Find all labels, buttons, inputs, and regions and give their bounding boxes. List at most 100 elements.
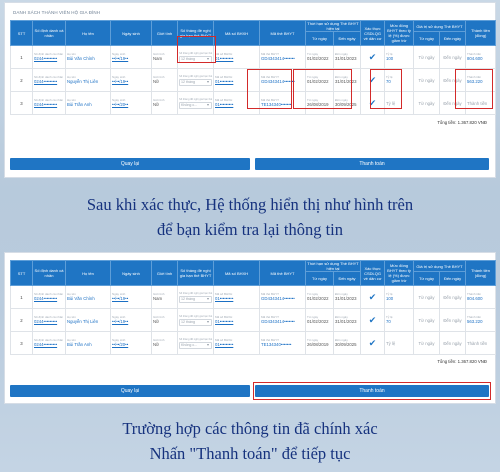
header-amount: Thành tiền (đồng) (465, 260, 497, 286)
months-select[interactable]: Không c... (179, 341, 212, 349)
cell-verified: ✔ (360, 308, 386, 332)
table-row: 1 Số định danh cá nhân 0244••••••••• Họ t… (10, 285, 497, 309)
cell-verified: ✔ (360, 45, 386, 69)
cell-gender: Giới tính Nữ (151, 308, 178, 332)
highlight-pay-button (253, 382, 491, 400)
table-row: 1 Số định danh cá nhân 0244••••••••• Họ t… (10, 45, 497, 69)
cell-to: Đến ngày 30/09/2025 (332, 331, 362, 355)
header-from: Từ ngày (305, 31, 334, 46)
cell-new-to: Đến ngày (439, 308, 467, 332)
cell-gender: Giới tính Nữ (151, 91, 178, 115)
table-header: STT Số định danh cá nhân Họ tên Ngày sin… (10, 20, 497, 46)
cell-months: Số tháng đề nghị gia hạn thẻ BHYTKhông c… (177, 91, 214, 115)
header-level: Mức đóng BHYT theo tỷ lệ (%) được giảm t… (384, 260, 415, 286)
cell-verified: ✔ (360, 285, 386, 309)
back-button[interactable]: Quay lại (10, 158, 250, 170)
header-amount: Thành tiền (đồng) (465, 20, 497, 46)
caption-line: Sau khi xác thực, Hệ thống hiển thị như … (86, 195, 414, 214)
total-amount: Tổng tiền: 1.367.820 VNĐ (437, 120, 487, 125)
highlight-amount-cells (455, 69, 493, 109)
pay-button[interactable]: Thanh toán (255, 158, 489, 170)
cell-dob: Ngày sinh ••/••/20•• (110, 331, 152, 355)
cell-gender: Giới tính Nam (151, 285, 178, 309)
header-new-to: Đến ngày (439, 31, 467, 46)
months-select[interactable]: 12 tháng (179, 295, 212, 303)
total-amount: Tổng tiền: 1.367.820 VNĐ (437, 359, 487, 364)
header-gender: Giới tính (151, 20, 178, 46)
cell-new-to: Đến ngày (439, 331, 467, 355)
header-card: Mã thẻ BHYT (259, 20, 306, 46)
header-to: Đến ngày (332, 31, 362, 46)
header-to: Đến ngày (332, 271, 362, 286)
header-card: Mã thẻ BHYT (259, 260, 306, 286)
check-icon: ✔ (368, 51, 377, 62)
cell-person-id: Số định danh cá nhân 0244••••••••• (32, 331, 66, 355)
cell-amount: Thành tiền 804.600 (465, 45, 497, 69)
back-button[interactable]: Quay lại (10, 385, 250, 397)
cell-name: Họ tên Bùi Trần Anh (65, 91, 111, 115)
cell-name: Họ tên Bùi Văn Chính (65, 45, 111, 69)
table-row: 3 Số định danh cá nhân 0244••••••••• Họ t… (10, 331, 497, 355)
cell-months: Số tháng đề nghị gia hạn thẻ BHYT12 thán… (177, 68, 214, 92)
header-validity: Thời hạn sử dụng Thẻ BHYT hiện tại (304, 260, 362, 272)
header-new-to: Đến ngày (439, 271, 467, 286)
cell-amount: Thành tiền 563.220 (465, 308, 497, 332)
cell-amount: Thành tiền 804.600 (465, 285, 497, 309)
header-new-from: Từ ngày (413, 271, 441, 286)
months-select[interactable]: Không c... (179, 101, 212, 109)
header-new-validity: Giá trị sử dụng Thẻ BHYT (413, 260, 467, 272)
header-name: Họ tên (65, 260, 111, 286)
header-gender: Giới tính (151, 260, 178, 286)
highlight-months-header (177, 36, 216, 63)
caption-line: để bạn kiểm tra lại thông tin (156, 220, 344, 239)
highlight-level-cells (370, 69, 402, 109)
cell-dob: Ngày sinh ••/••/19•• (110, 45, 152, 69)
cell-person-id: Số định danh cá nhân 0244••••••••• (32, 285, 66, 309)
member-table: STT Số định danh cá nhân Họ tên Ngày sin… (10, 260, 497, 355)
cell-name: Họ tên Bùi Trần Anh (65, 331, 111, 355)
cell-new-from: Từ ngày (413, 331, 441, 355)
header-stt: STT (10, 20, 33, 46)
cell-verified: ✔ (360, 331, 386, 355)
check-icon: ✔ (368, 314, 377, 325)
cell-card: Mã thẻ BHYT GD4343414••••••• (259, 308, 306, 332)
months-select[interactable]: 12 tháng (179, 318, 212, 326)
cell-new-to: Đến ngày (439, 45, 467, 69)
months-select[interactable]: 12 tháng (179, 78, 212, 86)
cell-to: Đến ngày 31/01/2023 (332, 285, 362, 309)
cell-card: Mã thẻ BHYT GD4343414••••••• (259, 45, 306, 69)
cell-new-to: Đến ngày (439, 285, 467, 309)
header-name: Họ tên (65, 20, 111, 46)
cell-dob: Ngày sinh ••/••/20•• (110, 91, 152, 115)
cell-card: Mã thẻ BHYT GD4343414••••••• (259, 285, 306, 309)
cell-level: Tỷ lệ 100 (384, 45, 415, 69)
header-person-id: Số định danh cá nhân (32, 260, 66, 286)
cell-gender: Giới tính Nam (151, 45, 178, 69)
section-title: DANH SÁCH THÀNH VIÊN HỘ GIA ĐÌNH (13, 10, 101, 15)
header-new-validity: Giá trị sử dụng Thẻ BHYT (413, 20, 467, 32)
cell-name: Họ tên Nguyễn Thị Liên (65, 308, 111, 332)
caption-line: Nhấn "Thanh toán" để tiếp tục (149, 444, 351, 463)
header-bhxh: Mã số BHXH (213, 260, 260, 286)
header-verified: Xác thực CSDLQG về dân cư (360, 260, 386, 286)
cell-from: Từ ngày 01/02/2022 (305, 308, 334, 332)
cell-new-from: Từ ngày (413, 91, 441, 115)
highlight-validity-cells (293, 69, 352, 109)
cell-gender: Giới tính Nữ (151, 331, 178, 355)
cell-dob: Ngày sinh ••/••/19•• (110, 68, 152, 92)
header-months: Số tháng đề nghị gia hạn thẻ BHYT (177, 260, 214, 286)
cell-new-from: Từ ngày (413, 285, 441, 309)
check-icon: ✔ (368, 291, 377, 302)
row-stt: 1 (10, 285, 33, 309)
row-stt: 1 (10, 45, 33, 69)
screenshot-verify: DANH SÁCH THÀNH VIÊN HỘ GIA ĐÌNH STT Số … (4, 2, 497, 178)
table-row: 2 Số định danh cá nhân 0244••••••••• Họ t… (10, 308, 497, 332)
header-from: Từ ngày (305, 271, 334, 286)
cell-level: Tỷ lệ (384, 331, 415, 355)
cell-bhxh: Mã số BHXH 01••••••••• (213, 285, 260, 309)
header-validity: Thời hạn sử dụng Thẻ BHYT hiện tại (304, 20, 362, 32)
header-person-id: Số định danh cá nhân (32, 20, 66, 46)
cell-bhxh: Mã số BHXH 01••••••••• (213, 308, 260, 332)
caption-verify: Sau khi xác thực, Hệ thống hiển thị như … (0, 192, 500, 242)
cell-amount: Thành tiền (465, 331, 497, 355)
